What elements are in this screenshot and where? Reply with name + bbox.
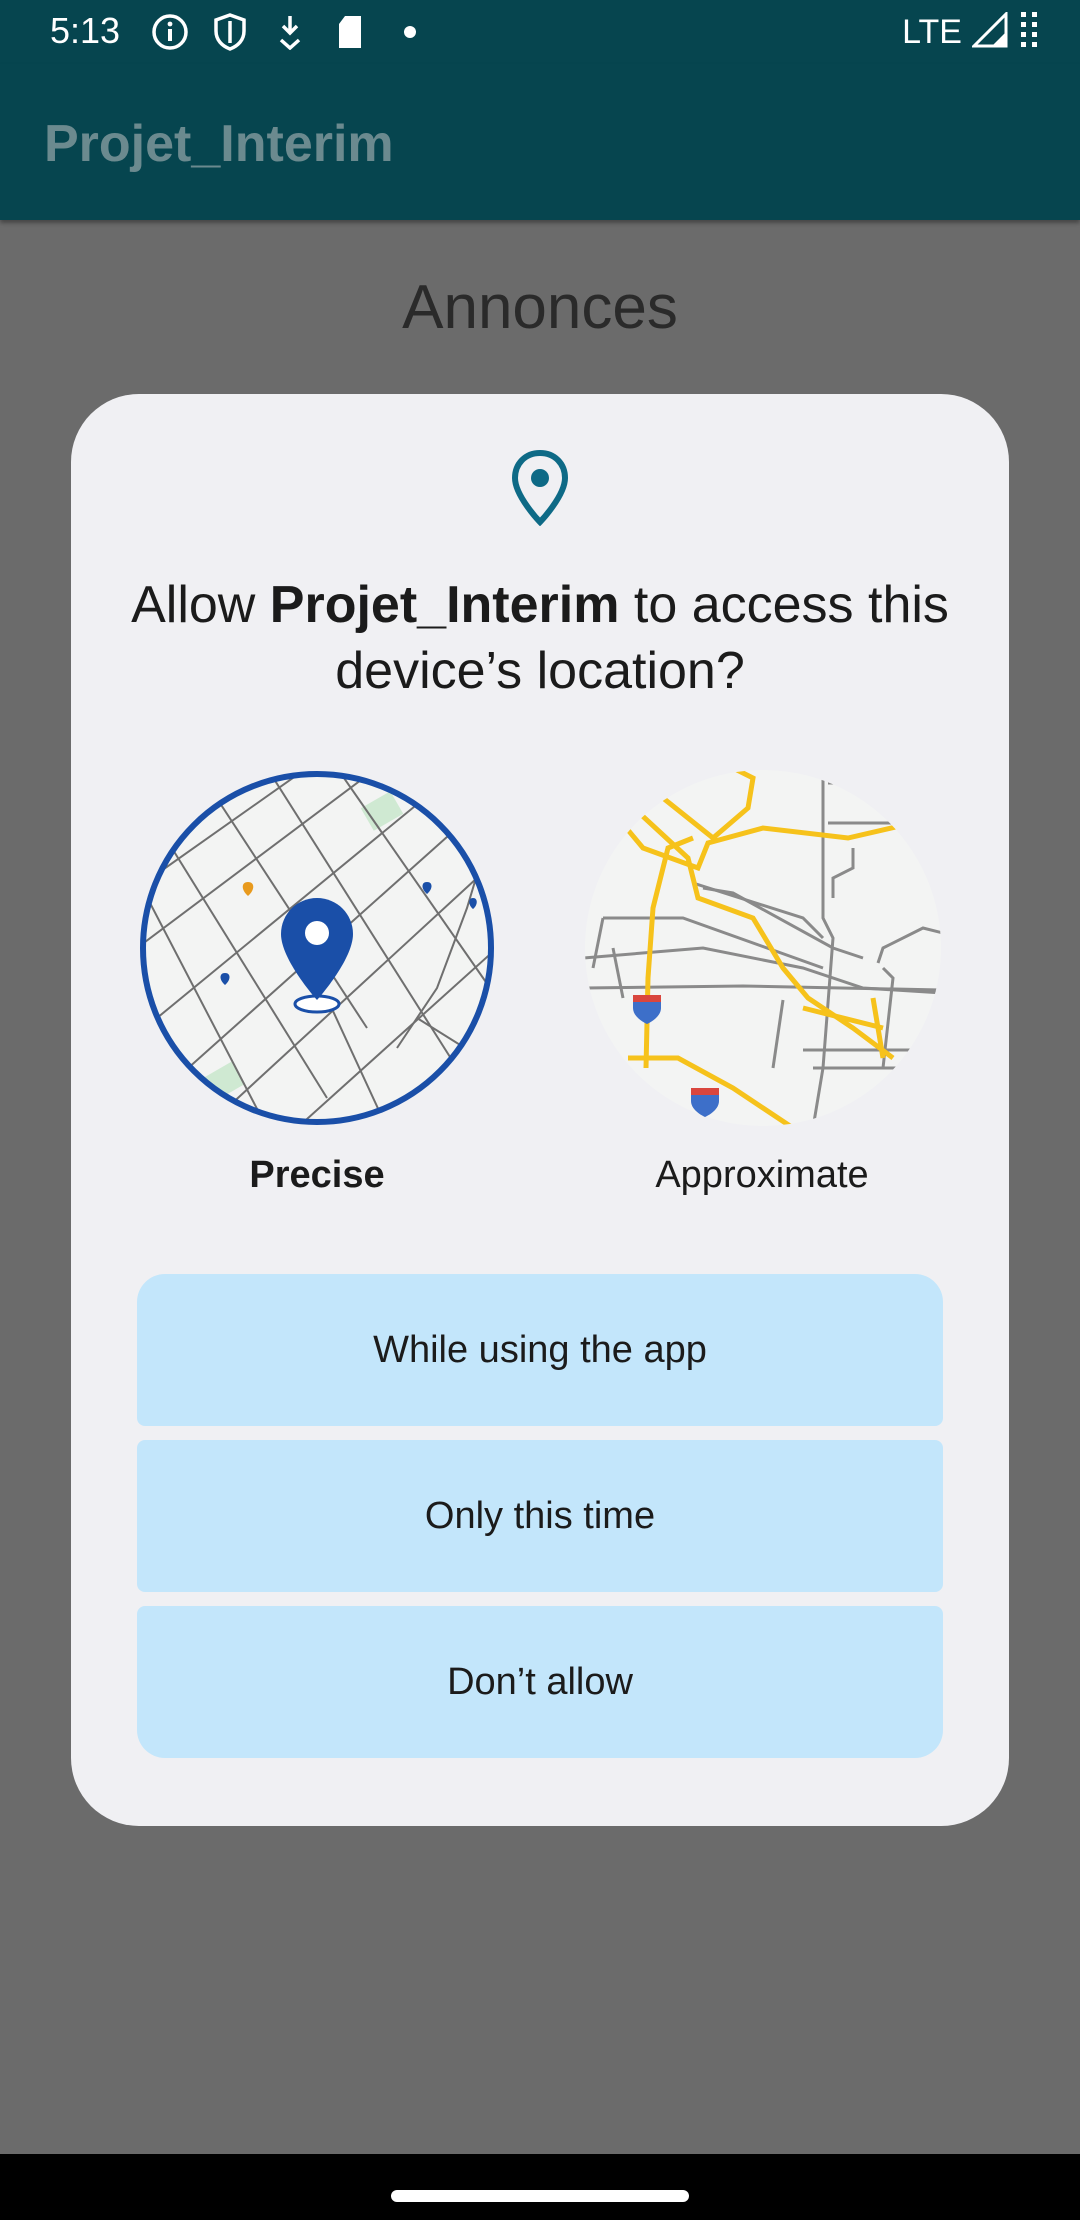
signal-icon [970,10,1008,53]
info-icon [150,12,190,52]
sd-card-icon [330,12,370,52]
status-icons [150,12,430,52]
app-title: Projet_Interim [44,115,394,173]
app-bar: Projet_Interim [0,64,1080,220]
battery-icon [1018,10,1042,55]
approximate-option[interactable] [583,768,943,1128]
network-type: LTE [902,13,962,51]
location-pin-icon [511,449,569,527]
only-this-time-button[interactable]: Only this time [137,1440,943,1592]
page-heading: Annonces [402,273,678,342]
dont-allow-button[interactable]: Don’t allow [137,1606,943,1758]
precise-option[interactable] [137,768,497,1128]
navigation-bar [0,2154,1080,2220]
shield-icon [210,12,250,52]
dot-icon [390,12,430,52]
approximate-label[interactable]: Approximate [562,1154,962,1197]
while-using-app-button[interactable]: While using the app [137,1274,943,1426]
download-icon [270,12,310,52]
title-app-name: Projet_Interim [269,576,620,634]
status-right: LTE [902,10,1042,55]
precise-label[interactable]: Precise [117,1154,517,1197]
dialog-title: Allow Projet_Interim to access this devi… [111,572,969,704]
status-time: 5:13 [50,10,121,51]
title-prefix: Allow [131,576,270,634]
location-permission-dialog: Allow Projet_Interim to access this devi… [71,394,1009,1826]
status-bar: 5:13 LTE [0,0,1080,64]
home-handle[interactable] [391,2190,689,2202]
